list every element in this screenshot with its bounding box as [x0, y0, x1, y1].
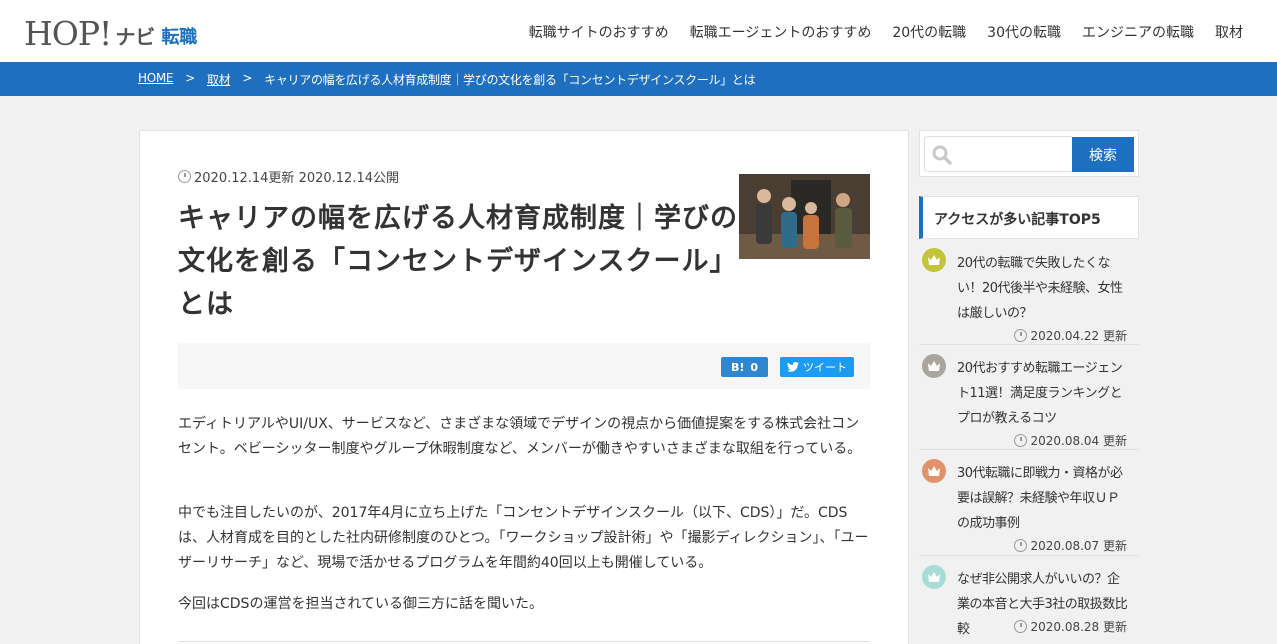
rank-badge: [922, 354, 946, 378]
ranking-item-title[interactable]: 30代転職に即戦力・資格が必要は誤解？未経験や年収ＵＰの成功事例: [957, 461, 1129, 536]
nav-item-job-agents[interactable]: 転職エージェントのおすすめ: [690, 22, 872, 42]
ranking-item-date: 2020.08.28 更新: [1014, 618, 1127, 635]
article-dates: 2020.12.14更新 2020.12.14公開: [178, 167, 399, 186]
crown-icon: [928, 255, 940, 265]
article-paragraph: エディトリアルやUI/UX、サービスなど、さまざまな領域でデザインの視点から価値…: [178, 416, 862, 457]
rank-badge: [922, 459, 946, 483]
article-title: キャリアの幅を広げる人材育成制度｜学びの文化を創る「コンセントデザインスクール」…: [178, 203, 738, 320]
section-divider: [178, 641, 870, 642]
article-thumbnail: [739, 174, 870, 259]
ranking-item-date: 2020.04.22 更新: [1014, 327, 1127, 344]
hatena-bookmark-button[interactable]: B! 0: [721, 357, 768, 377]
nav-item-engineer[interactable]: エンジニアの転職: [1082, 22, 1194, 42]
clock-icon: [1014, 329, 1028, 342]
breadcrumb-category[interactable]: 取材: [207, 71, 231, 88]
article-paragraph: 中でも注目したいのが、2017年4月に立ち上げた「コンセントデザインスクール（以…: [178, 505, 869, 571]
ranking-item-title[interactable]: 20代の転職で失敗したくない！20代後半や未経験、女性は厳しいの？: [957, 251, 1129, 326]
share-box: B! 0 ツイート: [178, 343, 870, 389]
ranking-item[interactable]: 20代の転職で失敗したくない！20代後半や未経験、女性は厳しいの？ 2020.0…: [919, 239, 1139, 345]
ranking-item[interactable]: 20代おすすめ転職エージェント11選！満足度ランキングとプロが教えるコツ 202…: [919, 345, 1139, 450]
crown-icon: [928, 361, 940, 371]
clock-icon: [1014, 539, 1028, 552]
logo-navi-text: ナビ: [115, 25, 156, 49]
nav-item-job-sites[interactable]: 転職サイトのおすすめ: [529, 22, 669, 42]
site-logo[interactable]: HOP! ナビ 転職: [24, 12, 197, 52]
ranking-item-date-text: 2020.04.22 更新: [1030, 329, 1127, 343]
thumbnail-photo-icon: [739, 174, 870, 259]
tweet-button[interactable]: ツイート: [780, 357, 854, 377]
hatena-count: 0: [750, 360, 759, 374]
hatena-label: B!: [730, 360, 745, 374]
ranking-widget-title: アクセスが多い記事TOP5: [919, 196, 1139, 239]
logo-job-text: 転職: [161, 27, 198, 48]
search-widget: 検索: [919, 130, 1139, 177]
crown-icon: [928, 466, 940, 476]
search-button[interactable]: 検索: [1072, 137, 1134, 172]
rank-badge: [922, 565, 946, 589]
tweet-label: ツイート: [803, 361, 847, 374]
article-paragraph: 今回はCDSの運営を担当されている御三方に話を聞いた。: [178, 596, 544, 612]
main-nav: 転職サイトのおすすめ 転職エージェントのおすすめ 20代の転職 30代の転職 エ…: [508, 22, 1243, 42]
ranking-item-date: 2020.08.04 更新: [1014, 432, 1127, 449]
search-icon: [932, 145, 952, 165]
clock-icon: [1014, 434, 1028, 447]
clock-icon: [178, 170, 191, 183]
ranking-item-date: 2020.08.07 更新: [1014, 537, 1127, 554]
ranking-item[interactable]: なぜ非公開求人がいいの？企業の本音と大手3社の取扱数比較 2020.08.28 …: [919, 556, 1139, 644]
ranking-item-date-text: 2020.08.28 更新: [1030, 620, 1127, 634]
ranking-item[interactable]: 30代転職に即戦力・資格が必要は誤解？未経験や年収ＵＰの成功事例 2020.08…: [919, 450, 1139, 556]
breadcrumb: HOME > 取材 > キャリアの幅を広げる人材育成制度｜学びの文化を創る「コン…: [138, 71, 756, 88]
breadcrumb-separator: >: [242, 71, 253, 85]
nav-item-interview[interactable]: 取材: [1215, 22, 1243, 42]
ranking-item-date-text: 2020.08.04 更新: [1030, 434, 1127, 448]
breadcrumb-home[interactable]: HOME: [138, 71, 174, 88]
nav-item-30s[interactable]: 30代の転職: [987, 22, 1061, 42]
clock-icon: [1014, 620, 1028, 633]
article-date-text: 2020.12.14更新 2020.12.14公開: [194, 171, 399, 186]
twitter-bird-icon: [787, 362, 799, 372]
rank-badge: [922, 248, 946, 272]
nav-item-20s[interactable]: 20代の転職: [892, 22, 966, 42]
logo-hop-text: HOP!: [24, 14, 112, 53]
breadcrumb-separator: >: [185, 71, 195, 85]
ranking-item-title[interactable]: 20代おすすめ転職エージェント11選！満足度ランキングとプロが教えるコツ: [957, 356, 1129, 431]
breadcrumb-bar: HOME > 取材 > キャリアの幅を広げる人材育成制度｜学びの文化を創る「コン…: [0, 62, 1277, 96]
ranking-item-date-text: 2020.08.07 更新: [1030, 539, 1127, 553]
top-header: HOP! ナビ 転職 転職サイトのおすすめ 転職エージェントのおすすめ 20代の…: [0, 0, 1277, 62]
article-card: 2020.12.14更新 2020.12.14公開 キャリアの幅を広げる人材育成…: [139, 130, 909, 644]
crown-icon: [928, 572, 940, 582]
breadcrumb-current: キャリアの幅を広げる人材育成制度｜学びの文化を創る「コンセントデザインスクール」…: [264, 73, 756, 87]
